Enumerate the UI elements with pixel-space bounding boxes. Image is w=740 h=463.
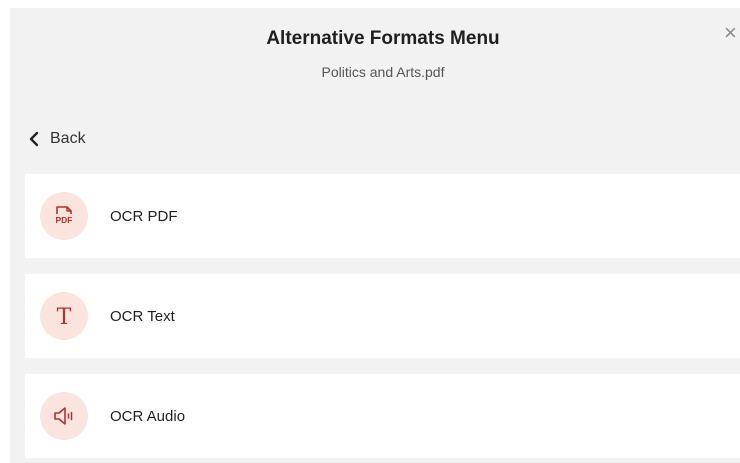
option-label: OCR Text <box>110 307 175 325</box>
option-ocr-pdf[interactable]: PDF OCR PDF <box>25 174 740 258</box>
alternative-formats-dialog: Alternative Formats Menu Politics and Ar… <box>10 8 740 463</box>
file-name: Politics and Arts.pdf <box>321 64 445 80</box>
text-icon-glyph: T <box>57 305 72 329</box>
dialog-title: Alternative Formats Menu <box>266 28 500 49</box>
option-label: OCR PDF <box>110 207 178 225</box>
option-ocr-audio[interactable]: OCR Audio <box>25 374 740 458</box>
chevron-left-icon <box>28 131 40 147</box>
back-label: Back <box>50 130 86 147</box>
option-ocr-text[interactable]: T OCR Text <box>25 274 740 358</box>
text-t-icon: T <box>40 292 88 340</box>
option-label: OCR Audio <box>110 407 186 425</box>
speaker-icon <box>40 392 88 440</box>
pdf-file-icon: PDF <box>40 192 88 240</box>
pdf-icon-text: PDF <box>56 215 73 225</box>
back-button[interactable]: Back <box>28 130 86 148</box>
close-icon[interactable]: × <box>724 22 737 44</box>
